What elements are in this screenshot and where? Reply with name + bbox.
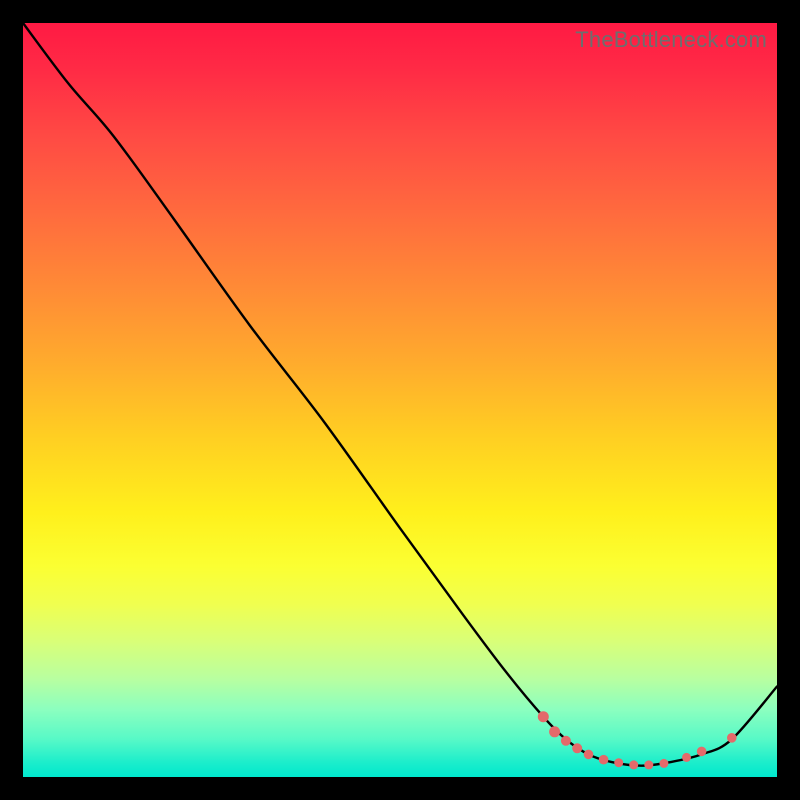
- marker-dot: [659, 759, 668, 768]
- marker-dot: [614, 758, 623, 767]
- marker-dot: [572, 743, 582, 753]
- marker-dot: [599, 755, 609, 765]
- marker-dot: [697, 747, 707, 757]
- marker-dot: [629, 760, 638, 769]
- marker-dot: [682, 753, 691, 762]
- marker-dots: [538, 711, 737, 769]
- marker-dot: [727, 733, 737, 743]
- marker-dot: [549, 726, 560, 737]
- marker-dot: [584, 750, 594, 760]
- marker-dot: [561, 736, 571, 746]
- chart-svg: [23, 23, 777, 777]
- bottleneck-curve: [23, 23, 777, 766]
- marker-dot: [644, 760, 653, 769]
- chart-area: TheBottleneck.com: [23, 23, 777, 777]
- marker-dot: [538, 711, 549, 722]
